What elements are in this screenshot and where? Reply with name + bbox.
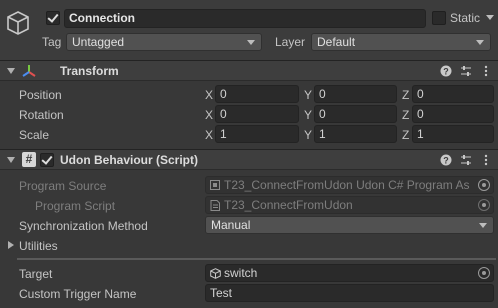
layer-dropdown[interactable]: Default bbox=[311, 33, 491, 51]
gameobject-cube-icon bbox=[210, 268, 221, 279]
transform-title: Transform bbox=[60, 64, 119, 78]
component-enabled-checkbox[interactable] bbox=[40, 153, 54, 167]
position-y-field[interactable]: 0 bbox=[314, 85, 397, 103]
section-divider bbox=[17, 258, 496, 260]
rotation-x-field[interactable]: 0 bbox=[215, 105, 299, 123]
sliders-icon[interactable] bbox=[460, 154, 472, 166]
program-source-field: T23_ConnectFromUdon Udon C# Program As bbox=[205, 176, 494, 194]
rotation-y-field[interactable]: 0 bbox=[314, 105, 397, 123]
scale-z-field[interactable]: 1 bbox=[412, 125, 494, 143]
layer-label: Layer bbox=[275, 35, 306, 49]
chevron-down-icon bbox=[479, 223, 487, 228]
axis-y-label[interactable]: Y bbox=[304, 88, 312, 102]
udon-program-asset-icon bbox=[210, 180, 220, 190]
sync-method-label: Synchronization Method bbox=[19, 219, 148, 233]
static-label: Static bbox=[450, 11, 481, 25]
layer-value: Default bbox=[317, 35, 356, 49]
active-checkbox[interactable] bbox=[46, 11, 60, 25]
axis-z-label[interactable]: Z bbox=[402, 128, 409, 142]
transform-header[interactable]: Transform ? bbox=[0, 60, 498, 81]
axis-z-label[interactable]: Z bbox=[402, 108, 409, 122]
sync-method-value: Manual bbox=[211, 218, 251, 232]
static-checkbox[interactable] bbox=[432, 11, 446, 25]
axis-x-label[interactable]: X bbox=[205, 88, 213, 102]
foldout-collapsed-icon[interactable] bbox=[8, 241, 14, 249]
sliders-icon[interactable] bbox=[460, 65, 472, 77]
target-object-field[interactable]: switch bbox=[205, 264, 494, 282]
tag-label: Tag bbox=[42, 35, 62, 49]
axis-x-label[interactable]: X bbox=[205, 108, 213, 122]
help-icon[interactable]: ? bbox=[440, 65, 452, 77]
rotation-z-field[interactable]: 0 bbox=[412, 105, 494, 123]
cube-icon bbox=[7, 11, 29, 35]
hash-script-icon: # bbox=[22, 152, 36, 167]
object-picker-icon[interactable] bbox=[478, 179, 490, 191]
object-picker-icon[interactable] bbox=[478, 267, 490, 279]
scale-y-field[interactable]: 1 bbox=[314, 125, 397, 143]
chevron-down-icon bbox=[247, 40, 255, 45]
position-label: Position bbox=[19, 88, 62, 102]
axis-z-label[interactable]: Z bbox=[402, 88, 409, 102]
udon-behaviour-header[interactable]: # Udon Behaviour (Script) ? bbox=[0, 149, 498, 170]
program-script-field: T23_ConnectFromUdon bbox=[205, 196, 494, 214]
udon-title: Udon Behaviour (Script) bbox=[60, 153, 199, 167]
scale-x-field[interactable]: 1 bbox=[215, 125, 299, 143]
rotation-label: Rotation bbox=[19, 108, 64, 122]
help-icon[interactable]: ? bbox=[440, 154, 452, 166]
position-x-field[interactable]: 0 bbox=[215, 85, 299, 103]
sync-method-dropdown[interactable]: Manual bbox=[205, 216, 494, 234]
custom-trigger-label: Custom Trigger Name bbox=[19, 287, 137, 301]
program-source-label: Program Source bbox=[19, 179, 107, 193]
program-script-value: T23_ConnectFromUdon bbox=[224, 198, 353, 212]
target-label: Target bbox=[19, 267, 53, 281]
foldout-expanded-icon[interactable] bbox=[7, 68, 15, 74]
utilities-foldout[interactable]: Utilities bbox=[19, 239, 58, 253]
object-picker-icon bbox=[478, 199, 490, 211]
axis-x-label[interactable]: X bbox=[205, 128, 213, 142]
target-value: switch bbox=[224, 266, 258, 280]
foldout-expanded-icon[interactable] bbox=[7, 157, 15, 163]
kebab-menu-icon[interactable] bbox=[480, 154, 492, 166]
tag-dropdown[interactable]: Untagged bbox=[66, 33, 262, 51]
kebab-menu-icon[interactable] bbox=[480, 65, 492, 77]
transform-axes-icon bbox=[22, 65, 36, 77]
gameobject-name-field[interactable]: Connection bbox=[64, 9, 426, 28]
custom-trigger-input[interactable]: Test bbox=[205, 284, 494, 302]
axis-y-label[interactable]: Y bbox=[304, 108, 312, 122]
position-z-field[interactable]: 0 bbox=[412, 85, 494, 103]
axis-y-label[interactable]: Y bbox=[304, 128, 312, 142]
program-script-label: Program Script bbox=[35, 199, 116, 213]
svg-text:?: ? bbox=[443, 156, 449, 166]
svg-text:?: ? bbox=[443, 67, 449, 77]
chevron-down-icon bbox=[476, 40, 484, 45]
tag-value: Untagged bbox=[72, 35, 125, 49]
script-file-icon bbox=[210, 200, 220, 211]
scale-label: Scale bbox=[19, 128, 50, 142]
static-dropdown-caret[interactable] bbox=[486, 15, 494, 20]
program-source-value: T23_ConnectFromUdon Udon C# Program As bbox=[224, 178, 470, 192]
